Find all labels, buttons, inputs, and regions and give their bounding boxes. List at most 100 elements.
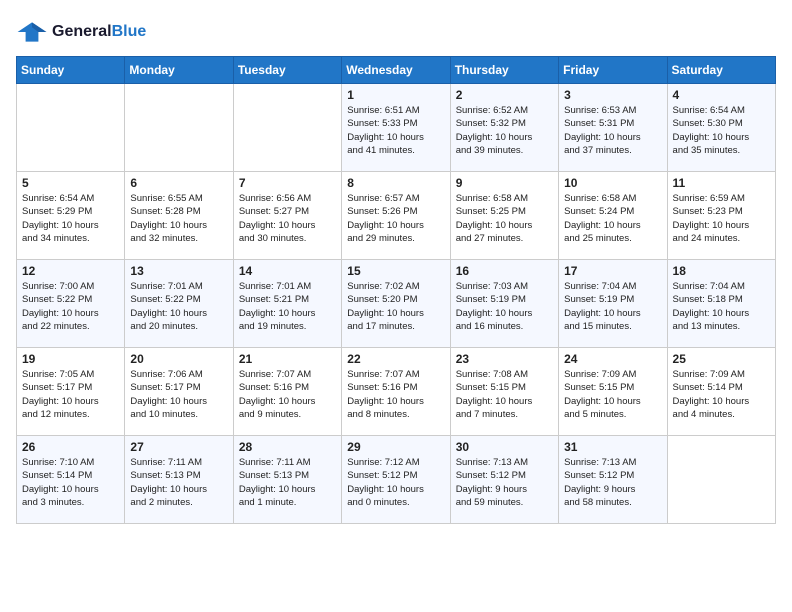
calendar-cell <box>233 84 341 172</box>
calendar-cell: 11 Sunrise: 6:59 AM Sunset: 5:23 PM Dayli… <box>667 172 775 260</box>
calendar-cell: 28 Sunrise: 7:11 AM Sunset: 5:13 PM Dayli… <box>233 436 341 524</box>
calendar-cell: 15 Sunrise: 7:02 AM Sunset: 5:20 PM Dayli… <box>342 260 450 348</box>
day-detail: Sunrise: 7:07 AM Sunset: 5:16 PM Dayligh… <box>239 368 336 421</box>
calendar-cell: 7Sunrise: 6:56 AM Sunset: 5:27 PM Daylig… <box>233 172 341 260</box>
day-detail: Sunrise: 7:03 AM Sunset: 5:19 PM Dayligh… <box>456 280 553 333</box>
day-detail: Sunrise: 6:58 AM Sunset: 5:24 PM Dayligh… <box>564 192 661 245</box>
calendar-cell: 18 Sunrise: 7:04 AM Sunset: 5:18 PM Dayli… <box>667 260 775 348</box>
calendar-cell: 24Sunrise: 7:09 AM Sunset: 5:15 PM Dayli… <box>559 348 667 436</box>
logo-text: GeneralBlue <box>52 23 146 41</box>
day-number: 6 <box>130 176 227 190</box>
day-number: 28 <box>239 440 336 454</box>
calendar-cell: 1 Sunrise: 6:51 AM Sunset: 5:33 PM Daylig… <box>342 84 450 172</box>
calendar-cell: 14 Sunrise: 7:01 AM Sunset: 5:21 PM Dayli… <box>233 260 341 348</box>
calendar-cell: 3 Sunrise: 6:53 AM Sunset: 5:31 PM Daylig… <box>559 84 667 172</box>
calendar-cell: 19Sunrise: 7:05 AM Sunset: 5:17 PM Dayli… <box>17 348 125 436</box>
week-row-4: 19Sunrise: 7:05 AM Sunset: 5:17 PM Dayli… <box>17 348 776 436</box>
day-number: 2 <box>456 88 553 102</box>
day-number: 17 <box>564 264 661 278</box>
day-number: 14 <box>239 264 336 278</box>
calendar-cell: 6 Sunrise: 6:55 AM Sunset: 5:28 PM Daylig… <box>125 172 233 260</box>
day-number: 23 <box>456 352 553 366</box>
day-number: 13 <box>130 264 227 278</box>
calendar-cell: 27 Sunrise: 7:11 AM Sunset: 5:13 PM Dayli… <box>125 436 233 524</box>
weekday-header-thursday: Thursday <box>450 57 558 84</box>
calendar-cell <box>667 436 775 524</box>
day-number: 16 <box>456 264 553 278</box>
day-detail: Sunrise: 6:58 AM Sunset: 5:25 PM Dayligh… <box>456 192 553 245</box>
day-detail: Sunrise: 7:11 AM Sunset: 5:13 PM Dayligh… <box>239 456 336 509</box>
day-number: 4 <box>673 88 770 102</box>
calendar-cell: 8Sunrise: 6:57 AM Sunset: 5:26 PM Daylig… <box>342 172 450 260</box>
day-number: 12 <box>22 264 119 278</box>
day-number: 29 <box>347 440 444 454</box>
calendar-table: SundayMondayTuesdayWednesdayThursdayFrid… <box>16 56 776 524</box>
weekday-header-row: SundayMondayTuesdayWednesdayThursdayFrid… <box>17 57 776 84</box>
calendar-cell: 17 Sunrise: 7:04 AM Sunset: 5:19 PM Dayli… <box>559 260 667 348</box>
day-number: 10 <box>564 176 661 190</box>
week-row-1: 1 Sunrise: 6:51 AM Sunset: 5:33 PM Daylig… <box>17 84 776 172</box>
day-number: 26 <box>22 440 119 454</box>
calendar-cell: 5Sunrise: 6:54 AM Sunset: 5:29 PM Daylig… <box>17 172 125 260</box>
day-number: 15 <box>347 264 444 278</box>
day-number: 8 <box>347 176 444 190</box>
day-number: 18 <box>673 264 770 278</box>
day-number: 11 <box>673 176 770 190</box>
day-number: 7 <box>239 176 336 190</box>
calendar-cell: 20 Sunrise: 7:06 AM Sunset: 5:17 PM Dayli… <box>125 348 233 436</box>
calendar-cell: 25 Sunrise: 7:09 AM Sunset: 5:14 PM Dayli… <box>667 348 775 436</box>
day-number: 25 <box>673 352 770 366</box>
calendar-cell: 21 Sunrise: 7:07 AM Sunset: 5:16 PM Dayli… <box>233 348 341 436</box>
logo-icon <box>16 16 48 48</box>
weekday-header-friday: Friday <box>559 57 667 84</box>
day-detail: Sunrise: 7:10 AM Sunset: 5:14 PM Dayligh… <box>22 456 119 509</box>
day-detail: Sunrise: 6:55 AM Sunset: 5:28 PM Dayligh… <box>130 192 227 245</box>
calendar-cell <box>17 84 125 172</box>
calendar-cell: 26 Sunrise: 7:10 AM Sunset: 5:14 PM Dayli… <box>17 436 125 524</box>
day-number: 20 <box>130 352 227 366</box>
day-detail: Sunrise: 7:08 AM Sunset: 5:15 PM Dayligh… <box>456 368 553 421</box>
weekday-header-sunday: Sunday <box>17 57 125 84</box>
day-number: 27 <box>130 440 227 454</box>
day-detail: Sunrise: 7:06 AM Sunset: 5:17 PM Dayligh… <box>130 368 227 421</box>
day-detail: Sunrise: 6:51 AM Sunset: 5:33 PM Dayligh… <box>347 104 444 157</box>
day-detail: Sunrise: 6:59 AM Sunset: 5:23 PM Dayligh… <box>673 192 770 245</box>
day-detail: Sunrise: 7:01 AM Sunset: 5:21 PM Dayligh… <box>239 280 336 333</box>
page-header: GeneralBlue <box>16 16 776 48</box>
day-detail: Sunrise: 6:54 AM Sunset: 5:30 PM Dayligh… <box>673 104 770 157</box>
weekday-header-wednesday: Wednesday <box>342 57 450 84</box>
day-number: 3 <box>564 88 661 102</box>
day-detail: Sunrise: 7:04 AM Sunset: 5:19 PM Dayligh… <box>564 280 661 333</box>
day-detail: Sunrise: 7:11 AM Sunset: 5:13 PM Dayligh… <box>130 456 227 509</box>
calendar-cell: 29 Sunrise: 7:12 AM Sunset: 5:12 PM Dayli… <box>342 436 450 524</box>
week-row-5: 26 Sunrise: 7:10 AM Sunset: 5:14 PM Dayli… <box>17 436 776 524</box>
day-number: 21 <box>239 352 336 366</box>
calendar-cell: 9 Sunrise: 6:58 AM Sunset: 5:25 PM Daylig… <box>450 172 558 260</box>
day-detail: Sunrise: 7:02 AM Sunset: 5:20 PM Dayligh… <box>347 280 444 333</box>
day-detail: Sunrise: 7:12 AM Sunset: 5:12 PM Dayligh… <box>347 456 444 509</box>
calendar-cell: 22 Sunrise: 7:07 AM Sunset: 5:16 PM Dayli… <box>342 348 450 436</box>
calendar-cell: 13 Sunrise: 7:01 AM Sunset: 5:22 PM Dayli… <box>125 260 233 348</box>
day-detail: Sunrise: 7:01 AM Sunset: 5:22 PM Dayligh… <box>130 280 227 333</box>
calendar-cell: 12Sunrise: 7:00 AM Sunset: 5:22 PM Dayli… <box>17 260 125 348</box>
calendar-cell: 4 Sunrise: 6:54 AM Sunset: 5:30 PM Daylig… <box>667 84 775 172</box>
day-number: 1 <box>347 88 444 102</box>
day-detail: Sunrise: 7:09 AM Sunset: 5:14 PM Dayligh… <box>673 368 770 421</box>
day-number: 9 <box>456 176 553 190</box>
day-number: 31 <box>564 440 661 454</box>
calendar-cell: 16 Sunrise: 7:03 AM Sunset: 5:19 PM Dayli… <box>450 260 558 348</box>
day-detail: Sunrise: 6:54 AM Sunset: 5:29 PM Dayligh… <box>22 192 119 245</box>
calendar-cell: 2 Sunrise: 6:52 AM Sunset: 5:32 PM Daylig… <box>450 84 558 172</box>
day-detail: Sunrise: 6:52 AM Sunset: 5:32 PM Dayligh… <box>456 104 553 157</box>
day-detail: Sunrise: 6:53 AM Sunset: 5:31 PM Dayligh… <box>564 104 661 157</box>
weekday-header-saturday: Saturday <box>667 57 775 84</box>
week-row-2: 5Sunrise: 6:54 AM Sunset: 5:29 PM Daylig… <box>17 172 776 260</box>
day-number: 22 <box>347 352 444 366</box>
calendar-cell: 23 Sunrise: 7:08 AM Sunset: 5:15 PM Dayli… <box>450 348 558 436</box>
day-detail: Sunrise: 7:04 AM Sunset: 5:18 PM Dayligh… <box>673 280 770 333</box>
weekday-header-tuesday: Tuesday <box>233 57 341 84</box>
day-number: 30 <box>456 440 553 454</box>
day-number: 24 <box>564 352 661 366</box>
logo: GeneralBlue <box>16 16 146 48</box>
day-detail: Sunrise: 7:07 AM Sunset: 5:16 PM Dayligh… <box>347 368 444 421</box>
